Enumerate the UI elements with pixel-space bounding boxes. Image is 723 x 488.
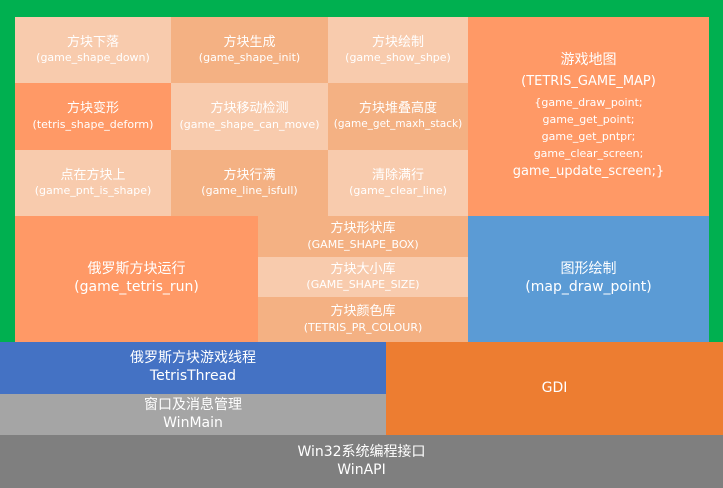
module-line-isfull: 方块行满 (game_line_isfull): [171, 150, 328, 216]
winmain-title: 窗口及消息管理: [144, 396, 242, 413]
module-clear-line-title: 清除满行: [371, 167, 424, 183]
module-clear-line-fn: (game_clear_line): [349, 184, 447, 198]
shape-size-name: (GAME_SHAPE_SIZE): [306, 278, 420, 292]
gdi-label: GDI: [541, 379, 568, 396]
module-show-shape-title: 方块绘制: [371, 34, 424, 50]
module-shape-init: 方块生成 (game_shape_init): [171, 17, 328, 83]
map-draw-fn: (map_draw_point): [525, 279, 652, 295]
map-draw-title: 图形绘制: [560, 261, 617, 278]
architecture-diagram: 方块下落 (game_shape_down) 方块生成 (game_shape_…: [0, 0, 723, 488]
game-map-function: {game_draw_point;: [534, 95, 643, 109]
module-shape-down: 方块下落 (game_shape_down): [15, 17, 171, 83]
module-clear-line: 清除满行 (game_clear_line): [328, 150, 468, 216]
tetris-thread-layer: 俄罗斯方块游戏线程 TetrisThread: [0, 342, 386, 394]
module-shape-init-fn: (game_shape_init): [198, 51, 301, 65]
module-shape-deform-fn: (tetris_shape_deform): [32, 117, 154, 131]
module-pnt-is-shape-title: 点在方块上: [60, 167, 126, 183]
map-draw-module: 图形绘制 (map_draw_point): [468, 216, 709, 342]
module-can-move: 方块移动检测 (game_shape_can_move): [171, 83, 328, 150]
colour-library: 方块颜色库 (TETRIS_PR_COLOUR): [258, 297, 468, 342]
module-pnt-is-shape-fn: (game_pnt_is_shape): [34, 184, 152, 198]
shape-box-library: 方块形状库 (GAME_SHAPE_BOX): [258, 216, 468, 257]
tetris-thread-title: 俄罗斯方块游戏线程: [130, 350, 256, 367]
module-maxh-stack: 方块堆叠高度 (game_get_maxh_stack): [328, 83, 468, 150]
colour-library-title: 方块颜色库: [330, 304, 396, 320]
tetris-thread-name: TetrisThread: [149, 368, 237, 384]
module-can-move-title: 方块移动检测: [210, 101, 289, 117]
module-show-shape-fn: (game_show_shpe): [345, 51, 451, 65]
module-shape-init-title: 方块生成: [223, 34, 276, 50]
module-maxh-stack-title: 方块堆叠高度: [358, 101, 437, 117]
module-shape-down-fn: (game_shape_down): [36, 51, 150, 65]
gdi-layer: GDI: [386, 342, 723, 435]
winmain-name: WinMain: [163, 414, 223, 431]
module-shape-deform: 方块变形 (tetris_shape_deform): [15, 83, 171, 150]
shape-size-library: 方块大小库 (GAME_SHAPE_SIZE): [258, 257, 468, 297]
game-map-function: game_update_screen;}: [512, 163, 665, 179]
module-pnt-is-shape: 点在方块上 (game_pnt_is_shape): [15, 150, 171, 216]
tetris-run-fn: (game_tetris_run): [74, 279, 199, 295]
shape-size-title: 方块大小库: [330, 261, 396, 277]
tetris-run-title: 俄罗斯方块运行: [87, 261, 186, 278]
module-line-isfull-fn: (game_line_isfull): [201, 184, 298, 198]
game-map-module: 游戏地图 (TETRIS_GAME_MAP) {game_draw_point;…: [468, 17, 709, 216]
game-map-name: (TETRIS_GAME_MAP): [521, 74, 656, 90]
game-map-function: game_clear_screen;: [533, 146, 644, 160]
module-line-isfull-title: 方块行满: [223, 167, 276, 183]
game-map-title: 游戏地图: [560, 52, 617, 69]
module-maxh-stack-fn: (game_get_maxh_stack): [333, 118, 463, 131]
module-show-shape: 方块绘制 (game_show_shpe): [328, 17, 468, 83]
winapi-name: WinAPI: [337, 461, 386, 478]
winapi-layer: Win32系统编程接口 WinAPI: [0, 435, 723, 488]
colour-library-name: (TETRIS_PR_COLOUR): [303, 320, 423, 334]
shape-box-title: 方块形状库: [330, 221, 396, 237]
module-shape-deform-title: 方块变形: [66, 101, 119, 117]
module-shape-down-title: 方块下落: [66, 34, 119, 50]
game-map-function: game_get_pntpr;: [541, 129, 636, 143]
winmain-layer: 窗口及消息管理 WinMain: [0, 394, 386, 435]
game-map-function: game_get_point;: [542, 112, 635, 126]
winapi-title: Win32系统编程接口: [297, 443, 426, 460]
tetris-run-module: 俄罗斯方块运行 (game_tetris_run): [15, 216, 258, 342]
module-can-move-fn: (game_shape_can_move): [179, 117, 320, 131]
shape-box-name: (GAME_SHAPE_BOX): [307, 237, 419, 251]
